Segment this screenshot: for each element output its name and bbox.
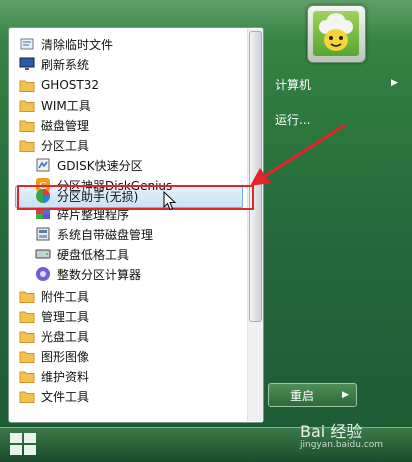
restart-label: 重启 bbox=[289, 388, 314, 403]
restart-button[interactable]: 重启 bbox=[268, 383, 336, 407]
power-options-arrow[interactable]: ▶ bbox=[335, 383, 357, 407]
chevron-right-icon: ▶ bbox=[342, 390, 349, 400]
computer-link[interactable]: 计算机 bbox=[275, 76, 311, 93]
run-link[interactable]: 运行... bbox=[275, 111, 310, 128]
chevron-right-icon: ▶ bbox=[391, 78, 398, 88]
windows-start-icon[interactable] bbox=[7, 430, 39, 459]
watermark-url: jingyan.baidu.com bbox=[300, 440, 384, 450]
watermark-brand: Bai 经验 bbox=[300, 422, 363, 441]
